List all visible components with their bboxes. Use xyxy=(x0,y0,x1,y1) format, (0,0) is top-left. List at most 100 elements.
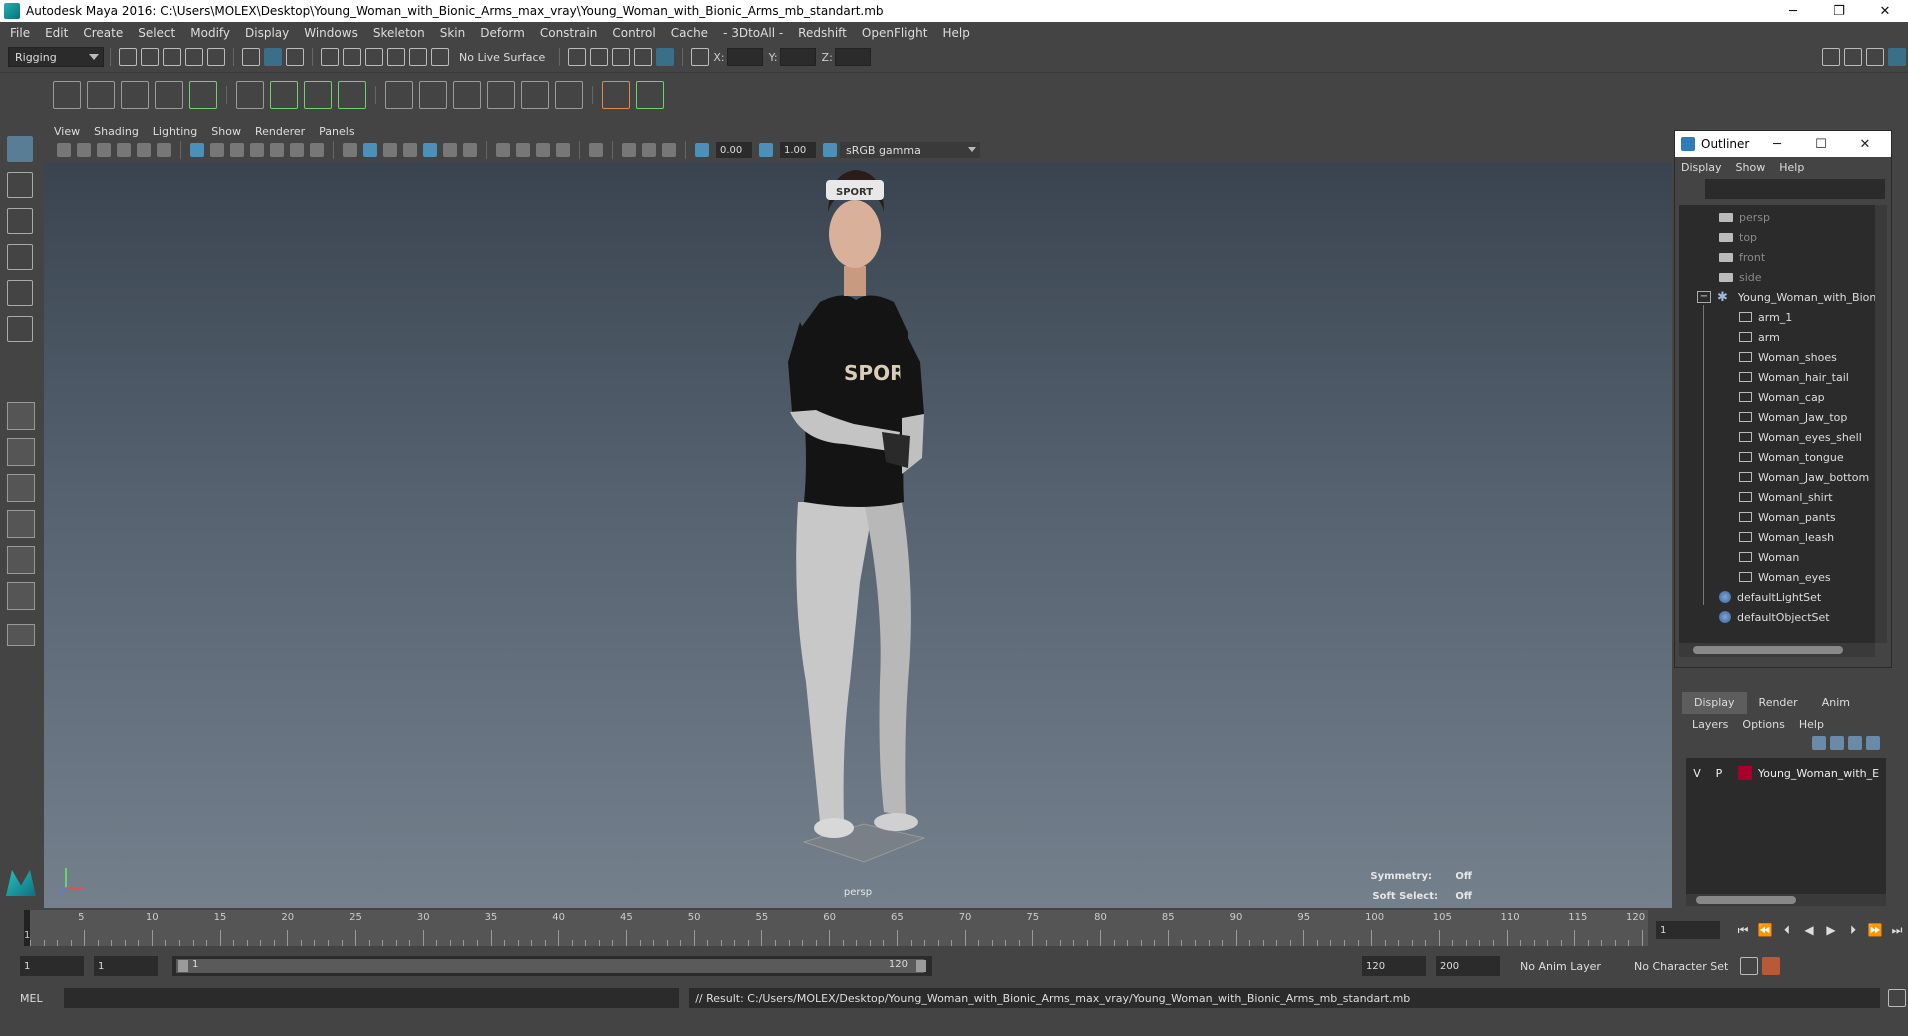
isolate-select-icon[interactable] xyxy=(589,143,603,157)
playback-start-field[interactable]: 1 xyxy=(94,956,158,976)
outliner-item[interactable]: Woman_cap xyxy=(1739,387,1825,407)
menu-create[interactable]: Create xyxy=(83,26,123,40)
range-bar-fill[interactable] xyxy=(176,959,924,973)
snap-surface-icon[interactable] xyxy=(409,48,427,66)
lasso-tool-icon[interactable] xyxy=(7,172,33,198)
menu-file[interactable]: File xyxy=(10,26,30,40)
layer-visibility-toggle[interactable]: V xyxy=(1686,767,1708,780)
outliner-item[interactable]: defaultObjectSet xyxy=(1719,607,1830,627)
viewport-menu-panels[interactable]: Panels xyxy=(319,125,354,138)
new-layer-icon[interactable] xyxy=(1848,736,1862,750)
outliner-search-input[interactable] xyxy=(1705,179,1885,199)
channel-box-toggle-icon[interactable] xyxy=(1888,48,1906,66)
ik-handle-icon[interactable] xyxy=(87,80,115,109)
perspective-viewport[interactable]: SPORT SPORT persp Symmetry: Off Soft Sel… xyxy=(44,162,1672,908)
hypershade-icon[interactable] xyxy=(656,48,675,66)
outliner-menu-help[interactable]: Help xyxy=(1779,161,1804,174)
open-scene-icon[interactable] xyxy=(141,48,159,66)
camera-attributes-icon[interactable] xyxy=(77,143,91,157)
cluster-icon[interactable] xyxy=(338,80,366,109)
outliner-item[interactable]: arm_1 xyxy=(1739,307,1792,327)
menu-edit[interactable]: Edit xyxy=(45,26,68,40)
wireframe-icon[interactable] xyxy=(343,143,357,157)
menu-3dtoall[interactable]: - 3DtoAll - xyxy=(723,26,783,40)
gamma-field[interactable]: 1.00 xyxy=(780,142,816,158)
resolution-gate-icon[interactable] xyxy=(230,143,244,157)
2d-pan-zoom-icon[interactable] xyxy=(137,143,151,157)
attribute-editor-toggle-icon[interactable] xyxy=(1844,48,1862,66)
menu-deform[interactable]: Deform xyxy=(480,26,525,40)
mirror-joint-icon[interactable] xyxy=(155,80,183,109)
step-back-key-icon[interactable]: ⏴ xyxy=(1778,921,1796,939)
ik-spline-icon[interactable] xyxy=(121,80,149,109)
outliner-item[interactable]: arm xyxy=(1739,327,1780,347)
more-layouts-icon[interactable] xyxy=(7,624,35,646)
restore-button[interactable]: ❐ xyxy=(1816,0,1862,22)
move-layer-up-icon[interactable] xyxy=(1812,736,1826,750)
multisample-aa-icon[interactable] xyxy=(536,143,550,157)
animation-end-field[interactable]: 200 xyxy=(1436,956,1500,976)
playback-end-field[interactable]: 120 xyxy=(1362,956,1426,976)
depth-of-field-icon[interactable] xyxy=(556,143,570,157)
undo-icon[interactable] xyxy=(185,48,203,66)
safe-action-icon[interactable] xyxy=(290,143,304,157)
step-back-icon[interactable]: ⏪ xyxy=(1756,921,1774,939)
outliner-item[interactable]: front xyxy=(1719,247,1765,267)
tab-anim[interactable]: Anim xyxy=(1810,692,1862,714)
view-transform-dropdown[interactable]: sRGB gamma xyxy=(840,142,980,158)
scrollbar-thumb[interactable] xyxy=(1696,896,1796,904)
outliner-item[interactable]: Woman_hair_tail xyxy=(1739,367,1849,387)
new-layer-selected-icon[interactable] xyxy=(1866,736,1880,750)
outliner-item[interactable]: − ✱ Young_Woman_with_Bioni xyxy=(1697,287,1879,307)
select-object-icon[interactable] xyxy=(264,48,282,66)
render-current-icon[interactable] xyxy=(612,48,631,66)
collapse-toggle[interactable]: − xyxy=(1697,291,1711,303)
select-hierarchy-icon[interactable] xyxy=(242,48,260,66)
outliner-item[interactable]: top xyxy=(1719,227,1757,247)
snap-curve-icon[interactable] xyxy=(343,48,361,66)
lattice-icon[interactable] xyxy=(304,80,332,109)
use-all-lights-icon[interactable] xyxy=(443,143,457,157)
menu-modify[interactable]: Modify xyxy=(190,26,230,40)
menu-select[interactable]: Select xyxy=(138,26,175,40)
snap-grid-icon[interactable] xyxy=(321,48,339,66)
field-chart-icon[interactable] xyxy=(270,143,284,157)
render-settings-icon[interactable] xyxy=(568,48,587,66)
screen-space-ao-icon[interactable] xyxy=(496,143,510,157)
outliner-title-bar[interactable]: Outliner ─ ☐ ✕ xyxy=(1675,131,1891,157)
move-tool-icon[interactable] xyxy=(7,244,33,270)
step-forward-key-icon[interactable]: ⏵ xyxy=(1844,921,1862,939)
viewport-menu-show[interactable]: Show xyxy=(211,125,241,138)
redo-icon[interactable] xyxy=(207,48,225,66)
backface-culling-icon[interactable] xyxy=(662,143,676,157)
transform-mode-icon[interactable] xyxy=(691,48,710,66)
menu-constrain[interactable]: Constrain xyxy=(540,26,598,40)
auto-key-icon[interactable] xyxy=(1740,957,1758,975)
anim-layer-dropdown[interactable]: No Anim Layer xyxy=(1514,956,1622,976)
scale-tool-icon[interactable] xyxy=(7,316,33,342)
character-model[interactable]: SPORT SPORT xyxy=(44,162,1672,908)
persp-hypershade-layout-icon[interactable] xyxy=(7,546,35,574)
outliner-item[interactable]: defaultLightSet xyxy=(1719,587,1821,607)
outliner-item[interactable]: Woman_Jaw_top xyxy=(1739,407,1847,427)
locator-icon[interactable] xyxy=(602,80,630,109)
exposure-field[interactable]: 0.00 xyxy=(716,142,752,158)
outliner-minimize-button[interactable]: ─ xyxy=(1755,137,1799,152)
layer-color-swatch[interactable] xyxy=(1738,766,1752,780)
playback-range-bar[interactable]: 1 120 xyxy=(172,956,932,976)
tab-render[interactable]: Render xyxy=(1747,692,1810,714)
single-perspective-layout-icon[interactable] xyxy=(7,402,35,430)
rotate-tool-icon[interactable] xyxy=(7,280,33,306)
grease-pencil-icon[interactable] xyxy=(157,143,171,157)
layer-menu-layers[interactable]: Layers xyxy=(1692,718,1728,731)
command-input[interactable] xyxy=(63,988,680,1008)
xray-icon[interactable] xyxy=(622,143,636,157)
z-field[interactable] xyxy=(834,48,871,66)
default-material-icon[interactable] xyxy=(383,143,397,157)
outliner-vertical-scrollbar[interactable] xyxy=(1875,205,1887,643)
render-view-icon[interactable] xyxy=(590,48,609,66)
outliner-item[interactable]: Woman_eyes_shell xyxy=(1739,427,1862,447)
y-field[interactable] xyxy=(779,48,816,66)
outliner-menu-show[interactable]: Show xyxy=(1736,161,1766,174)
save-scene-icon[interactable] xyxy=(163,48,181,66)
